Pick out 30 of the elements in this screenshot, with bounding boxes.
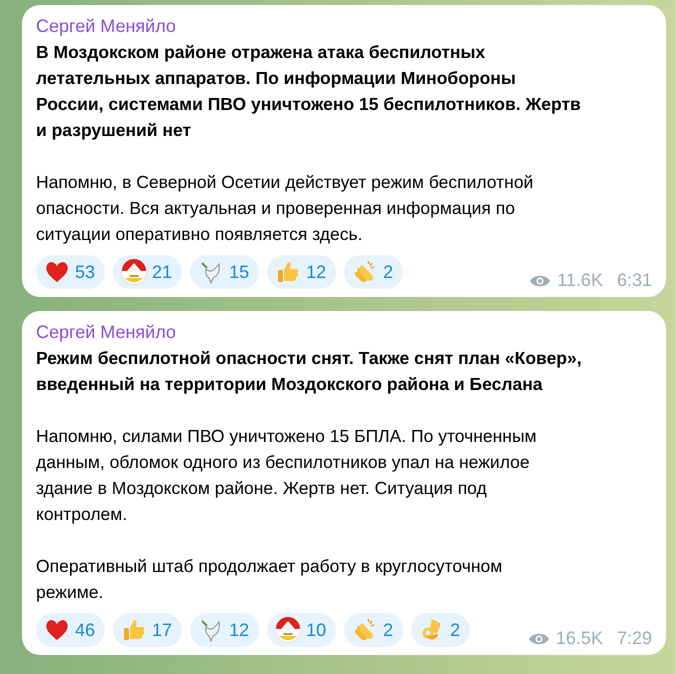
reaction-button[interactable]: 2 [344, 613, 404, 647]
message-time: 7:29 [616, 628, 652, 649]
reaction-button[interactable]: 46 [36, 613, 106, 647]
eye-icon [529, 274, 552, 288]
reaction-button[interactable]: 21 [113, 255, 182, 289]
reaction-button[interactable]: 10 [267, 613, 336, 647]
reaction-button[interactable]: 2 [411, 613, 470, 647]
message-paragraph: Напомню, силами ПВО уничтожено 15 БПЛА. По уточненным данным, обломок одного из беспилотников упал на нежилое здание в Моздокском районе. Жертв нет. Ситуация под контролем. [36, 425, 538, 526]
heart-icon [44, 259, 70, 285]
thumbs-up-icon [121, 617, 148, 643]
author-name: Сергей Меняйло [36, 321, 177, 344]
reaction-button[interactable]: 17 [113, 613, 182, 647]
emblem-icon [275, 617, 302, 643]
reaction-button[interactable]: 2 [344, 255, 404, 289]
message-paragraph: Оперативный штаб продолжает работу в круглосуточном режиме. [36, 555, 504, 604]
view-count: 16.5K [556, 628, 603, 649]
author-name: Сергей Меняйло [36, 15, 177, 38]
reaction-button[interactable]: 15 [190, 255, 260, 289]
emblem-icon [121, 259, 148, 285]
reaction-button[interactable]: 12 [190, 613, 260, 647]
reaction-button[interactable]: 12 [267, 255, 336, 289]
heart-icon [44, 617, 70, 643]
message-paragraph: Напомню, в Северной Осетии действует режим беспилотной опасности. Вся актуальная и проверенная информация по ситуации оперативно появляется здесь. [36, 171, 534, 246]
message-headline: Режим беспилотной опасности снят. Также снят план «Ковер», введенный на территории Моздокского района и Беслана [36, 347, 583, 396]
thumbs-up-icon [275, 259, 302, 285]
message-time: 6:31 [616, 270, 652, 291]
view-count: 11.6K [557, 270, 603, 291]
message-headline: В Моздокском районе отражена атака беспилотных летательных аппаратов. По информации Минобороны России, системами ПВО уничтожено 15 беспилотников. Жертв и разрушений нет [36, 41, 582, 142]
eye-icon [528, 632, 550, 646]
reaction-button[interactable]: 53 [36, 255, 106, 289]
